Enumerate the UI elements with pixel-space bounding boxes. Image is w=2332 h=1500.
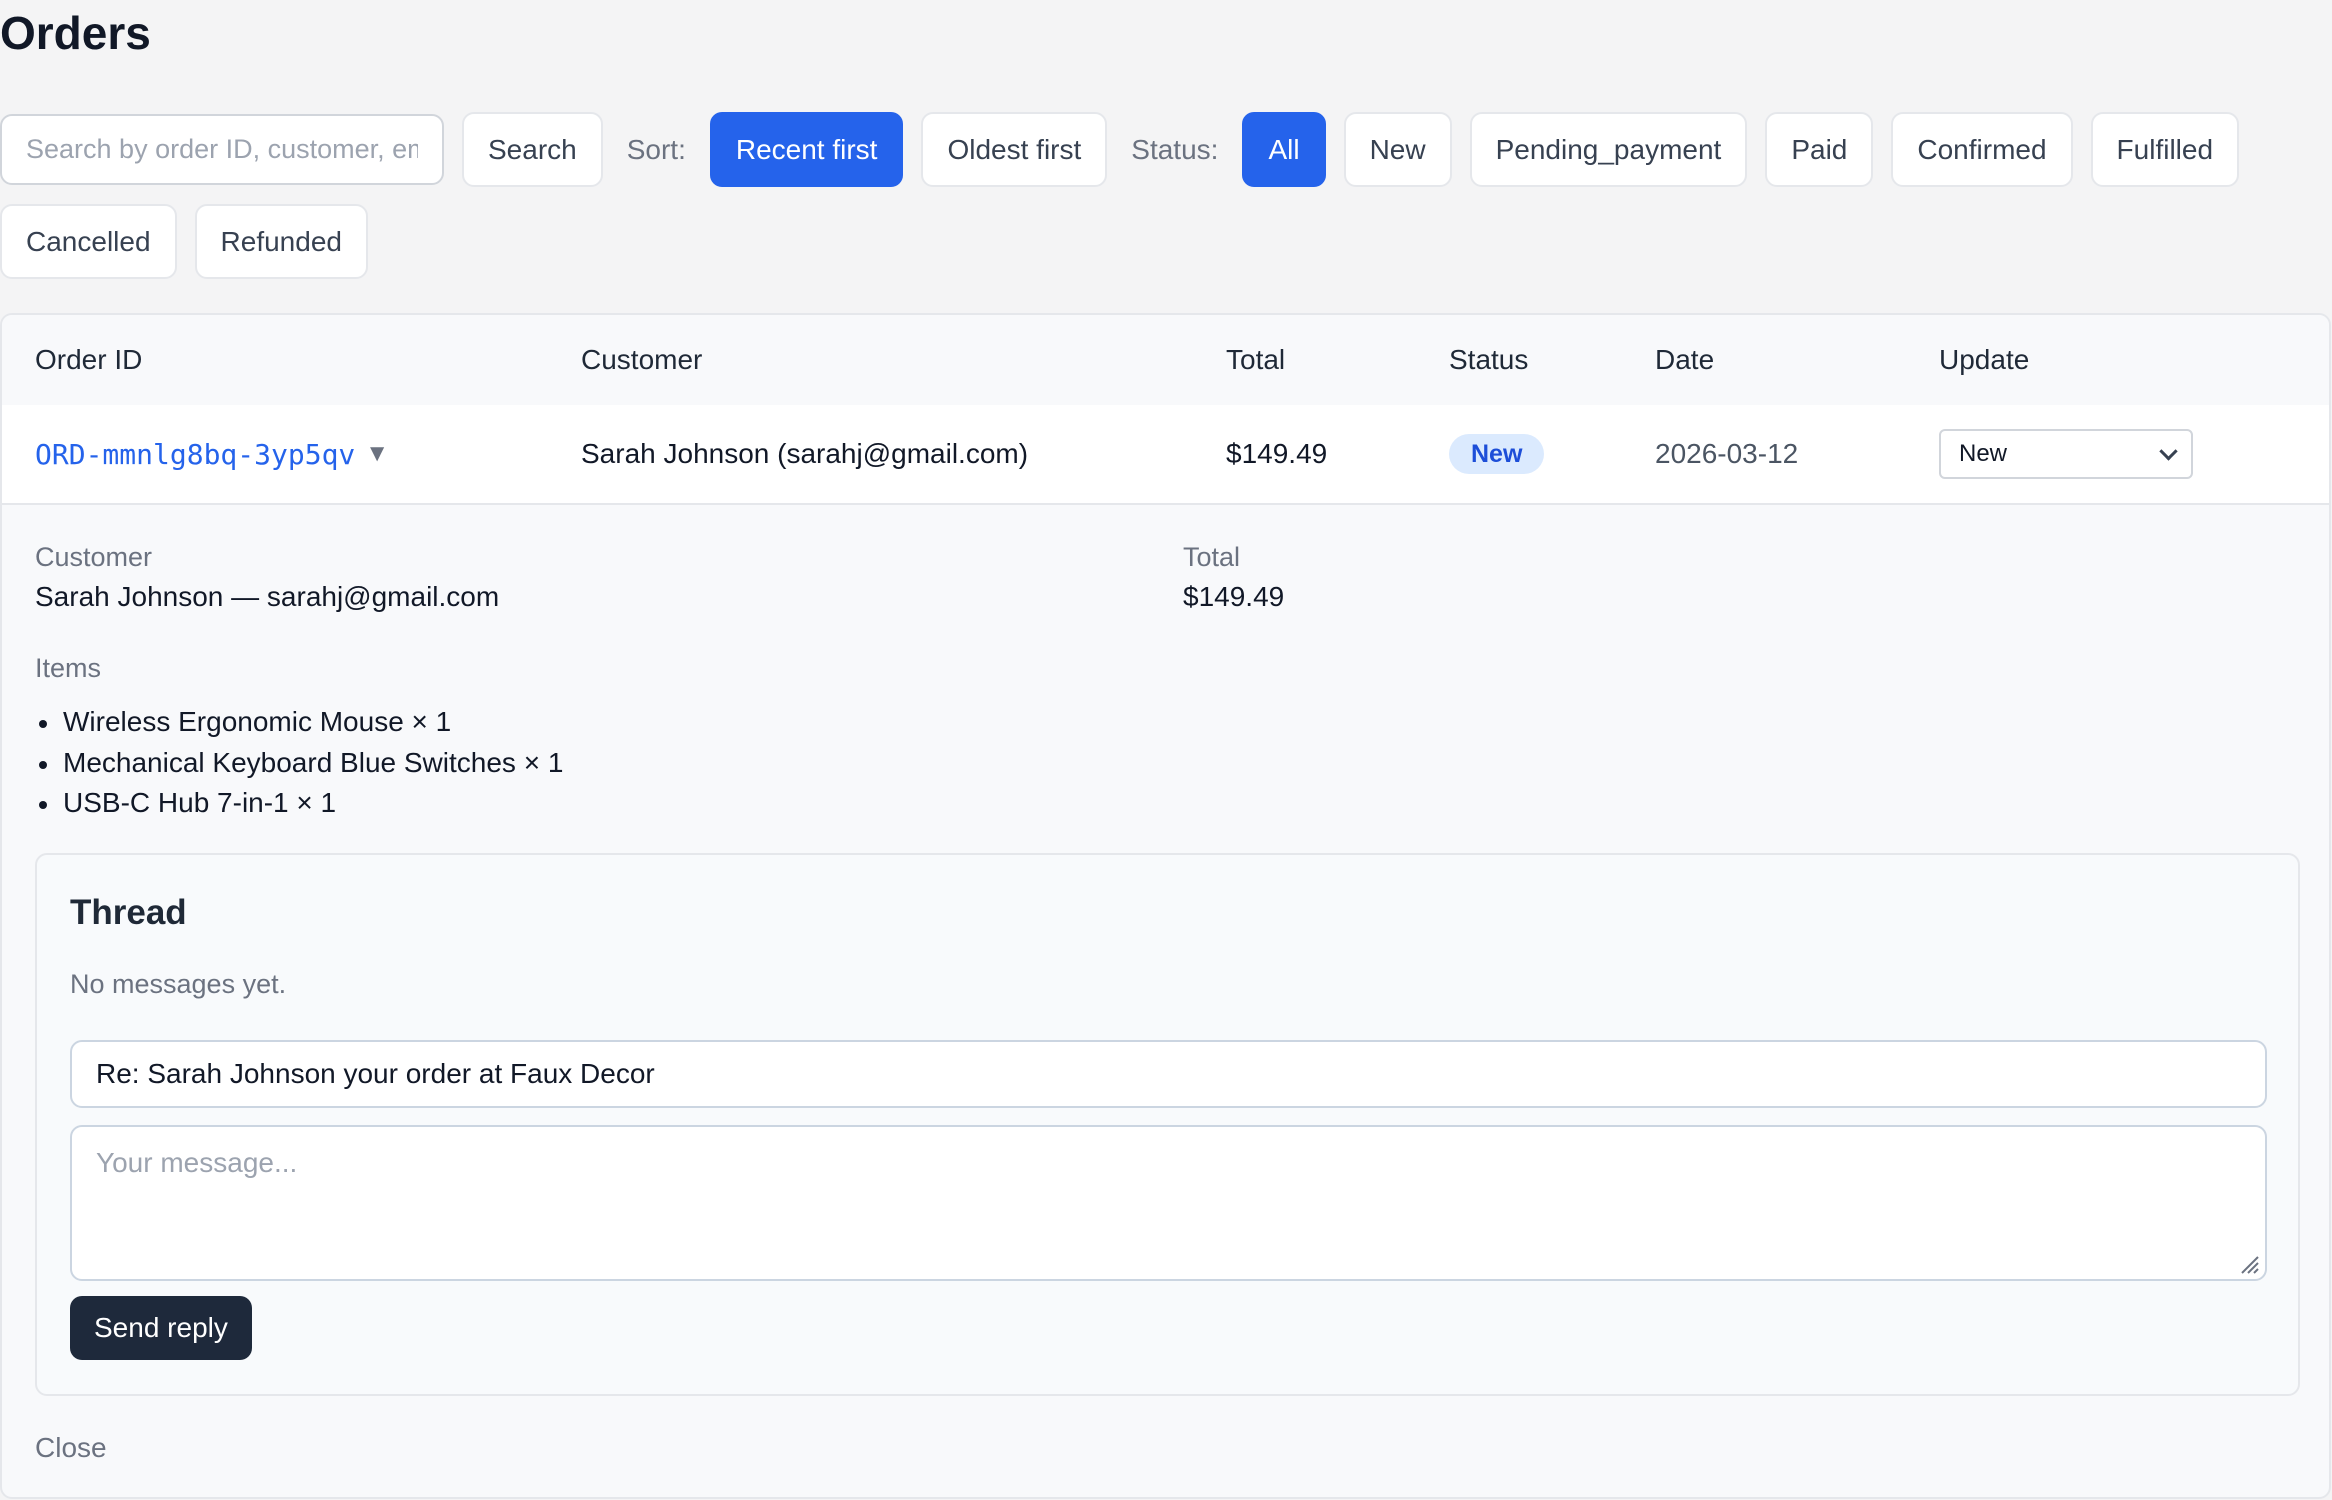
customer-detail-label: Customer — [35, 542, 153, 572]
close-link[interactable]: Close — [35, 1432, 107, 1464]
toolbar: Search Sort: Recent first Oldest first S… — [0, 112, 2240, 187]
total-detail-value: $149.49 — [1183, 581, 1285, 612]
status-filter-confirmed[interactable]: Confirmed — [1891, 112, 2073, 187]
table-row: ORD-mmnlg8bq-3yp5qv ▼ Sarah Johnson (sar… — [2, 405, 2329, 505]
list-item: Mechanical Keyboard Blue Switches × 1 — [35, 743, 563, 784]
status-filter-cancelled[interactable]: Cancelled — [0, 204, 177, 279]
items-list: Wireless Ergonomic Mouse × 1 Mechanical … — [35, 702, 563, 824]
status-filter-refunded[interactable]: Refunded — [194, 204, 368, 279]
orders-table-card: Order ID Customer Total Status Date Upda… — [0, 313, 2331, 1499]
total-cell: $149.49 — [1226, 438, 1328, 469]
message-textarea[interactable] — [70, 1125, 2267, 1281]
header-status: Status — [1449, 344, 1529, 375]
expand-caret-icon[interactable]: ▼ — [365, 440, 389, 468]
thread-panel: Thread No messages yet. Send reply — [35, 853, 2300, 1396]
search-input[interactable] — [0, 114, 444, 185]
status-update-value: New — [1959, 440, 2008, 467]
orders-page: Orders Search Sort: Recent first Oldest … — [0, 0, 2332, 1500]
chevron-down-icon — [2159, 442, 2178, 461]
header-order-id: Order ID — [35, 344, 143, 375]
page-title: Orders — [0, 7, 151, 59]
items-label: Items — [35, 653, 102, 683]
update-cell: New — [1939, 405, 2193, 503]
status-cell: New — [1449, 405, 1545, 503]
table-header: Order ID Customer Total Status Date Upda… — [2, 315, 2329, 407]
customer-cell: Sarah Johnson (sarahj@gmail.com) — [581, 438, 1029, 469]
resize-handle-icon[interactable] — [2236, 1251, 2260, 1275]
status-filter-pending-payment[interactable]: Pending_payment — [1469, 112, 1748, 187]
thread-title: Thread — [70, 893, 187, 932]
header-customer: Customer — [581, 344, 703, 375]
send-reply-button[interactable]: Send reply — [70, 1296, 252, 1360]
sort-label: Sort: — [626, 133, 686, 165]
status-label: Status: — [1131, 133, 1219, 165]
order-id-cell: ORD-mmnlg8bq-3yp5qv ▼ — [35, 405, 389, 503]
sort-recent-first-button[interactable]: Recent first — [709, 112, 904, 187]
status-filter-all[interactable]: All — [1242, 112, 1326, 187]
header-date: Date — [1655, 344, 1715, 375]
subject-input[interactable] — [70, 1040, 2267, 1108]
status-filter-new[interactable]: New — [1343, 112, 1452, 187]
customer-detail-value: Sarah Johnson — sarahj@gmail.com — [35, 581, 500, 612]
status-filter-fulfilled[interactable]: Fulfilled — [2090, 112, 2240, 187]
date-cell: 2026-03-12 — [1655, 438, 1799, 469]
search-button[interactable]: Search — [462, 112, 603, 187]
status-badge: New — [1449, 434, 1545, 474]
status-update-select[interactable]: New — [1939, 429, 2193, 479]
thread-empty-message: No messages yet. — [70, 969, 287, 999]
toolbar-row-2: Cancelled Refunded — [0, 204, 368, 279]
header-update: Update — [1939, 344, 2030, 375]
header-total: Total — [1226, 344, 1286, 375]
list-item: USB-C Hub 7-in-1 × 1 — [35, 783, 563, 824]
total-detail-label: Total — [1183, 542, 1241, 572]
status-filter-paid[interactable]: Paid — [1765, 112, 1874, 187]
list-item: Wireless Ergonomic Mouse × 1 — [35, 702, 563, 743]
order-id-link[interactable]: ORD-mmnlg8bq-3yp5qv — [35, 438, 355, 471]
sort-oldest-first-button[interactable]: Oldest first — [921, 112, 1108, 187]
